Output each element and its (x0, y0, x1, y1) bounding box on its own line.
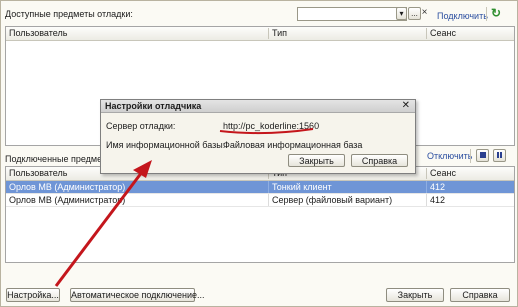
annotation-overlay (54, 128, 314, 287)
annotation-arrow-shaft (54, 171, 144, 287)
annotation-underline (219, 128, 314, 135)
annotation-arrow-head (133, 160, 152, 178)
